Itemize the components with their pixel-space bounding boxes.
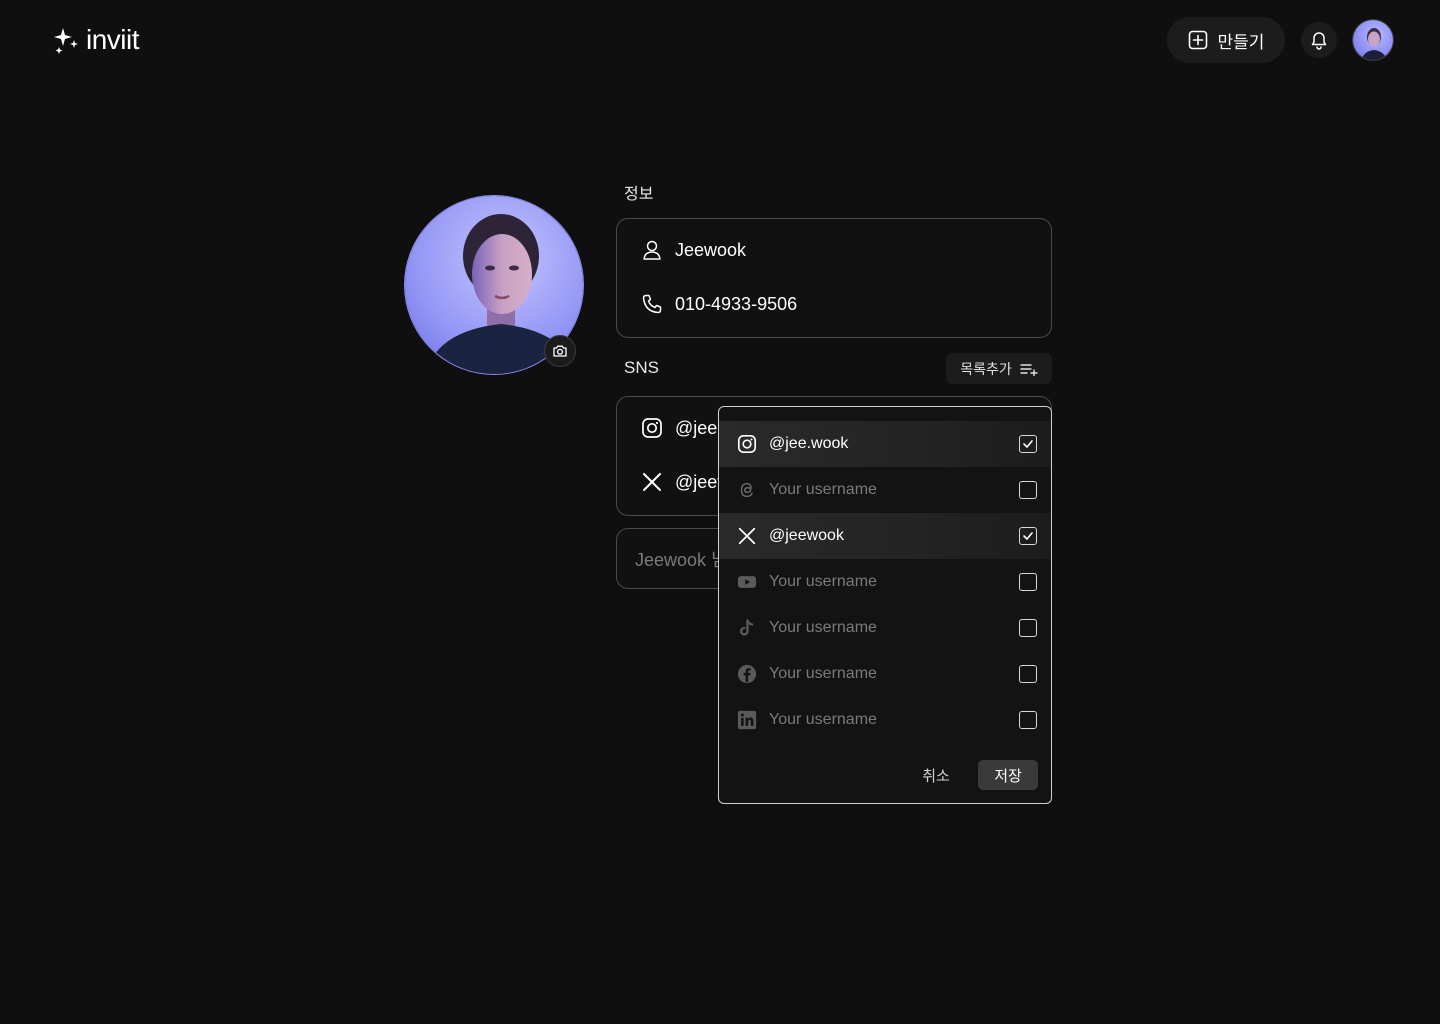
dropdown-item-placeholder: Your username bbox=[769, 665, 877, 682]
add-list-label: 목록추가 bbox=[960, 360, 1012, 377]
user-avatar[interactable] bbox=[1352, 19, 1394, 61]
page: inviit 만들기 정보 Jeewook 010-4933-9506 SNS … bbox=[0, 0, 1440, 1024]
dropdown-item-youtube[interactable]: Your username bbox=[719, 559, 1051, 605]
camera-icon bbox=[553, 345, 567, 357]
bell-icon bbox=[1311, 32, 1327, 50]
info-card: Jeewook 010-4933-9506 bbox=[616, 218, 1052, 338]
checkbox-checked[interactable] bbox=[1019, 527, 1037, 545]
x-icon bbox=[736, 525, 758, 547]
dropdown-item-threads[interactable]: Your username bbox=[719, 467, 1051, 513]
dropdown-item-tiktok[interactable]: Your username bbox=[719, 605, 1051, 651]
linkedin-icon bbox=[736, 709, 758, 731]
dropdown-item-placeholder: Your username bbox=[769, 711, 877, 728]
logo-text: inviit bbox=[86, 24, 140, 55]
create-button[interactable]: 만들기 bbox=[1167, 17, 1285, 63]
sns-row[interactable]: @jeev bbox=[641, 471, 726, 493]
x-icon bbox=[643, 473, 661, 491]
message-input-value: Jeewook 님 bbox=[635, 549, 728, 570]
checkbox-unchecked[interactable] bbox=[1019, 573, 1037, 591]
tiktok-icon bbox=[736, 617, 758, 639]
dropdown-item-value: @jeewook bbox=[769, 527, 844, 544]
sparkle-logo-icon bbox=[54, 28, 78, 54]
create-button-label: 만들기 bbox=[1217, 32, 1265, 52]
change-photo-button[interactable] bbox=[544, 335, 576, 367]
dropdown-item-linkedin[interactable]: Your username bbox=[719, 697, 1051, 743]
info-section-label: 정보 bbox=[624, 186, 654, 203]
checkbox-unchecked[interactable] bbox=[1019, 665, 1037, 683]
instagram-icon bbox=[642, 418, 662, 438]
save-button[interactable]: 저장 bbox=[978, 760, 1038, 790]
logo[interactable]: inviit bbox=[54, 24, 140, 55]
dropdown-item-facebook[interactable]: Your username bbox=[719, 651, 1051, 697]
dropdown-item-placeholder: Your username bbox=[769, 481, 877, 498]
sns-row[interactable]: @jee. bbox=[641, 417, 722, 439]
dropdown-item-instagram[interactable]: @jee.wook bbox=[719, 421, 1051, 467]
plus-square-icon bbox=[1188, 30, 1207, 50]
dropdown-item-x[interactable]: @jeewook bbox=[719, 513, 1051, 559]
name-row[interactable]: Jeewook bbox=[641, 239, 746, 261]
phone-row[interactable]: 010-4933-9506 bbox=[641, 293, 797, 315]
youtube-icon bbox=[736, 571, 758, 593]
notification-button[interactable] bbox=[1301, 22, 1337, 58]
avatar-portrait-image bbox=[1353, 20, 1393, 60]
threads-icon bbox=[736, 479, 758, 501]
add-list-button[interactable]: 목록추가 bbox=[946, 353, 1052, 384]
dropdown-item-placeholder: Your username bbox=[769, 573, 877, 590]
sns-section-label: SNS bbox=[624, 358, 659, 377]
user-icon bbox=[643, 240, 661, 260]
dropdown-item-value: @jee.wook bbox=[769, 435, 849, 452]
dropdown-item-placeholder: Your username bbox=[769, 619, 877, 636]
checkbox-unchecked[interactable] bbox=[1019, 619, 1037, 637]
sns-dropdown: @jee.wook Your username @jeewook Your us… bbox=[718, 406, 1052, 804]
phone-value: 010-4933-9506 bbox=[675, 293, 798, 314]
cancel-button[interactable]: 취소 bbox=[912, 760, 960, 790]
instagram-icon bbox=[736, 433, 758, 455]
list-add-icon bbox=[1020, 363, 1038, 376]
check-icon bbox=[1023, 440, 1033, 448]
checkbox-unchecked[interactable] bbox=[1019, 481, 1037, 499]
check-icon bbox=[1023, 532, 1033, 540]
phone-icon bbox=[642, 294, 662, 314]
sns-value: @jee. bbox=[675, 417, 723, 438]
name-value: Jeewook bbox=[675, 239, 747, 260]
facebook-icon bbox=[736, 663, 758, 685]
checkbox-unchecked[interactable] bbox=[1019, 711, 1037, 729]
checkbox-checked[interactable] bbox=[1019, 435, 1037, 453]
